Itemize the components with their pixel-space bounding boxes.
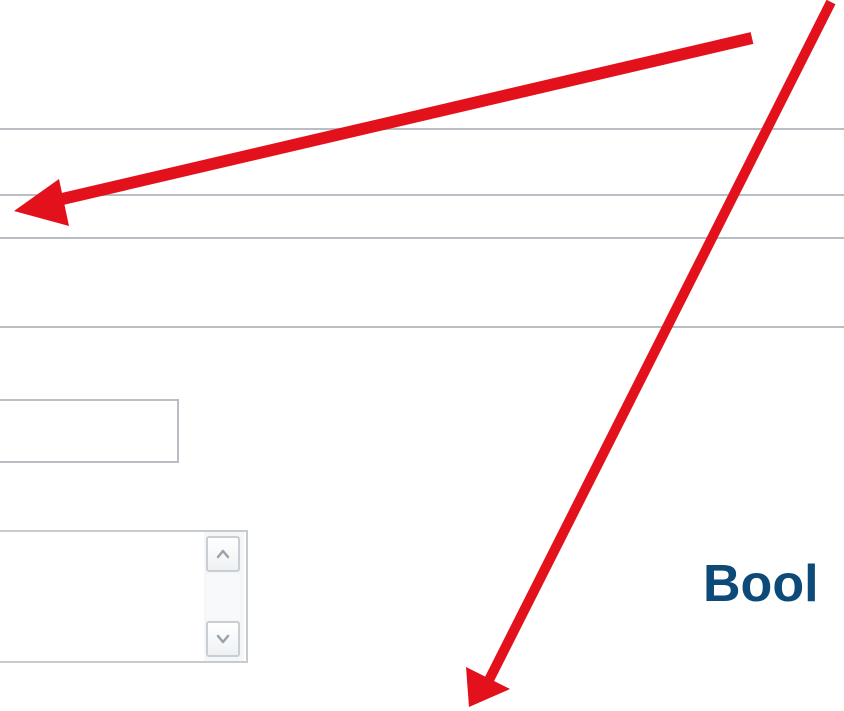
divider-line <box>0 326 844 328</box>
divider-line <box>0 128 844 130</box>
textarea-container <box>0 530 248 663</box>
chevron-down-icon <box>216 634 230 644</box>
chevron-up-icon <box>216 549 230 559</box>
page-heading: Bool <box>703 555 819 613</box>
annotation-arrowhead <box>466 667 510 707</box>
annotation-arrowhead <box>14 179 69 226</box>
scroll-up-button[interactable] <box>206 536 240 572</box>
divider-line <box>0 237 844 239</box>
page: Bool <box>0 0 844 711</box>
annotation-arrow-line <box>56 32 754 206</box>
text-input[interactable] <box>0 399 179 463</box>
scrollbar[interactable] <box>204 532 244 661</box>
scroll-track[interactable] <box>206 574 240 619</box>
scroll-down-button[interactable] <box>206 621 240 657</box>
divider-line <box>0 194 844 196</box>
textarea-field[interactable] <box>0 532 204 661</box>
